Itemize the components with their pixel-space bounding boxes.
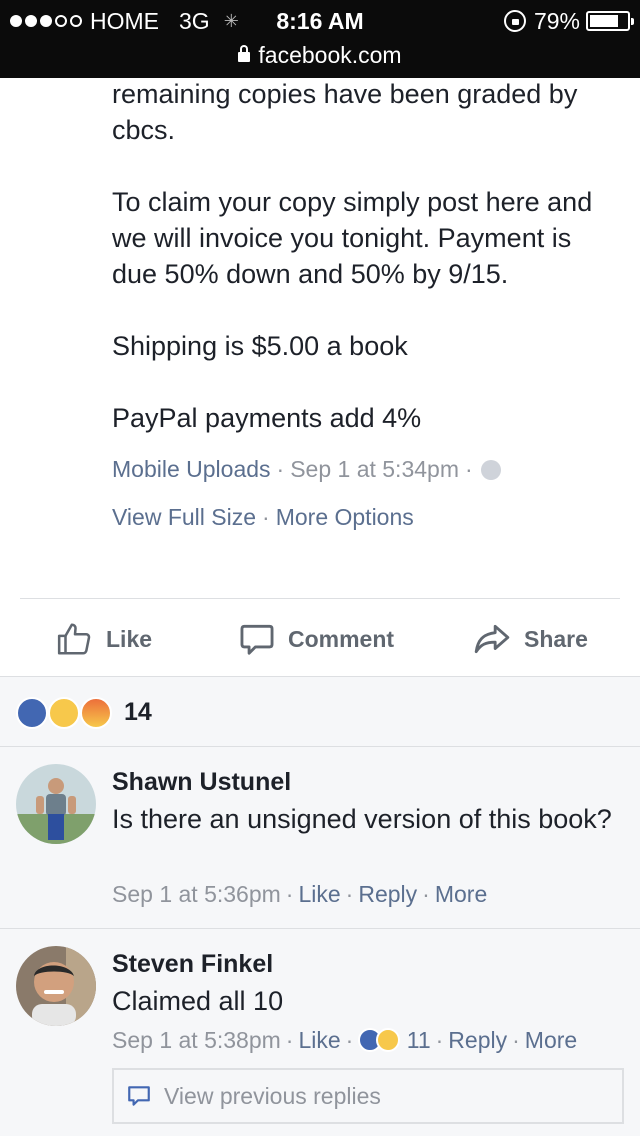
comment-reply-link[interactable]: Reply (448, 1027, 507, 1053)
post-paragraph: Shipping is $5.00 a book (112, 331, 408, 361)
comment-meta: Sep 1 at 5:38pm · Like · 11 · Reply · More (112, 1027, 578, 1053)
share-button[interactable]: Share (472, 620, 588, 658)
like-button[interactable]: Like (56, 620, 152, 658)
angry-reaction-icon (80, 697, 112, 729)
reaction-count: 14 (124, 698, 152, 726)
avatar[interactable] (16, 946, 96, 1026)
url-text: facebook.com (258, 42, 402, 68)
comment-timestamp[interactable]: Sep 1 at 5:38pm (112, 1027, 281, 1053)
share-arrow-icon (474, 624, 510, 654)
view-previous-replies-label: View previous replies (164, 1082, 381, 1109)
wow-reaction-icon (376, 1028, 401, 1052)
secure-lock-icon (238, 45, 251, 62)
post-action-bar: Like Comment Share (0, 600, 640, 676)
post-body: remaining copies have been graded by cbc… (112, 76, 622, 472)
wow-reaction-icon (48, 697, 80, 729)
public-globe-icon (480, 460, 501, 480)
album-link[interactable]: Mobile Uploads (112, 456, 271, 482)
view-previous-replies-button[interactable]: View previous replies (112, 1068, 624, 1124)
post-meta: Mobile Uploads · Sep 1 at 5:34pm · (112, 454, 501, 484)
post-paragraph: To claim your copy simply post here and … (112, 187, 593, 289)
comment-like-link[interactable]: Like (298, 881, 340, 907)
more-options-link[interactable]: More Options (276, 504, 414, 530)
avatar[interactable] (16, 764, 96, 844)
post-paragraph: remaining copies have been graded by cbc… (112, 79, 578, 145)
comment-like-link[interactable]: Like (298, 1027, 340, 1053)
battery-icon (586, 11, 634, 31)
comment-timestamp[interactable]: Sep 1 at 5:36pm (112, 881, 281, 907)
divider (20, 598, 620, 599)
reactions-summary[interactable]: 14 (0, 677, 640, 747)
rotation-lock-icon (503, 10, 526, 32)
comment-reaction-count[interactable]: 11 (407, 1027, 431, 1053)
reply-bubble-icon (128, 1086, 150, 1106)
comment-reply-link[interactable]: Reply (358, 881, 417, 907)
comment-text: Is there an unsigned version of this boo… (112, 804, 612, 834)
thumbs-up-icon (57, 623, 91, 655)
comment-more-link[interactable]: More (525, 1027, 577, 1053)
comment-more-link[interactable]: More (435, 881, 487, 907)
comment-meta: Sep 1 at 5:36pm · Like · Reply · More (112, 881, 488, 907)
comment-button-label: Comment (288, 625, 395, 652)
view-full-size-link[interactable]: View Full Size (112, 504, 256, 530)
comment-text: Claimed all 10 (112, 986, 284, 1016)
status-bar: HOME 3G ✳ 8:16 AM 79% facebook.com (0, 0, 640, 78)
address-bar[interactable]: facebook.com (0, 40, 640, 70)
photo-options: View Full Size · More Options (112, 504, 414, 530)
battery-percentage: 79% (533, 7, 580, 34)
share-button-label: Share (524, 625, 588, 652)
comment-button[interactable]: Comment (238, 620, 394, 658)
comment-author[interactable]: Steven Finkel (112, 950, 273, 979)
divider (0, 928, 640, 929)
post-timestamp[interactable]: Sep 1 at 5:34pm (290, 456, 459, 482)
like-reaction-icon (16, 697, 48, 729)
like-button-label: Like (106, 625, 153, 652)
comment-author[interactable]: Shawn Ustunel (112, 768, 291, 797)
post-paragraph: PayPal payments add 4% (112, 403, 422, 433)
comment-bubble-icon (240, 624, 274, 655)
